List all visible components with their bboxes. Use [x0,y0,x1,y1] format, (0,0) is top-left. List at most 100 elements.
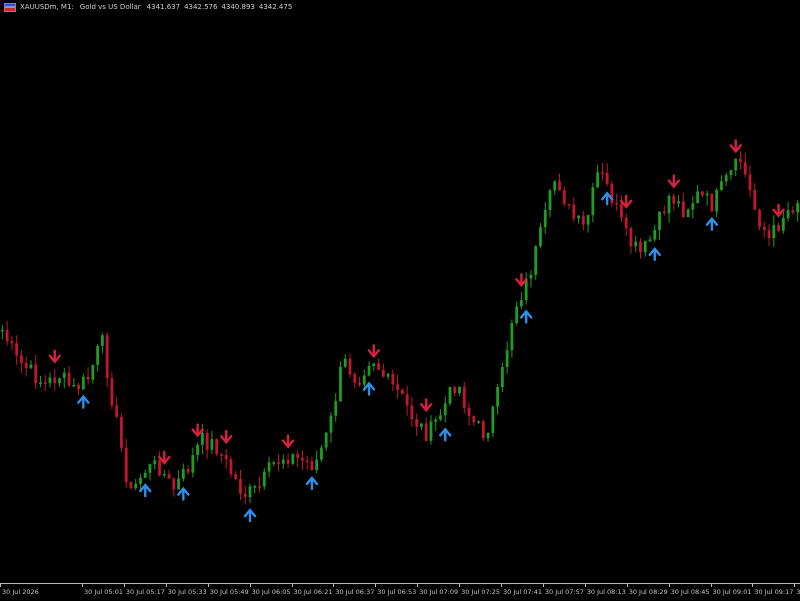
candle-body [186,468,190,473]
candle-body [510,323,514,351]
candle-body [467,407,471,417]
candle-body [310,461,314,471]
candle-body [629,228,633,247]
candle-body [234,474,238,480]
time-tick-label: 30 Jul 05:17 [125,588,165,596]
time-tick-label: 30 Jul 06:53 [377,588,417,596]
candle-body [567,203,571,206]
candle-body [305,460,309,463]
candle-body [296,454,300,458]
candle-body [215,439,219,455]
candle-body [562,190,566,204]
time-tick-label: 30 Jul 07:57 [544,588,584,596]
time-tick-mark [0,584,1,587]
time-tick-mark [123,584,125,587]
candle-body [400,389,404,395]
buy-arrow-icon [648,246,661,262]
candle-body [720,181,723,191]
candle-body [329,415,333,433]
candle-body [391,373,395,385]
candle-body [315,459,319,471]
candle-body [643,241,647,253]
candle-body [405,394,409,406]
time-tick-label: 30 Jul 2026 [2,588,39,596]
candle-body [177,478,180,490]
candle-body [496,387,500,407]
candle-body [605,172,609,184]
candle-body [0,329,4,332]
candle-body [581,215,585,225]
candle-body [134,483,138,489]
candle-body [786,210,790,219]
price-chart[interactable] [0,0,800,583]
sell-arrow-icon [367,344,381,359]
candle-body [448,386,452,404]
time-tick-label: 30 Jul 05:49 [209,588,249,596]
candle-body [758,209,761,227]
candle-body [534,246,538,275]
candle-body [424,423,428,441]
candle-body [29,364,33,369]
time-tick-label: 30 Jul 08:45 [670,588,710,596]
candle-body [700,191,704,196]
candle-body [281,459,285,464]
candle-body [286,459,290,464]
candle-body [591,187,595,216]
candle-body [553,181,557,191]
candle-body [586,215,590,225]
candle-body [334,401,338,416]
candle-body [462,386,466,408]
candle-body [105,335,109,379]
candle-body [743,162,747,175]
candle-body [729,170,733,176]
candle-body [91,364,95,380]
time-tick-mark [501,584,502,587]
candle-body [705,193,709,196]
time-tick-mark [207,584,209,587]
time-tick-mark [417,584,419,587]
candle-body [596,172,600,188]
candle-body [662,211,666,214]
candle-body [115,405,119,417]
candle-body [67,372,71,386]
candle-body [53,377,57,384]
candle-body [453,386,457,394]
candle-body [205,432,209,450]
candle-body [139,477,142,484]
candle-body [410,405,414,420]
sell-arrow-icon [281,434,295,449]
candle-body [158,460,161,476]
candle-body [772,225,776,239]
candle-body [439,415,442,420]
candle-body [648,239,652,242]
candle-body [486,432,490,439]
candle-body [429,421,433,441]
candle-body [220,454,223,456]
time-tick-label: 30 Jul 09:17 [754,588,794,596]
candle-body [672,196,676,204]
candle-body [258,486,261,488]
candle-body [120,416,123,448]
candle-body [434,419,438,422]
candle-body [110,378,114,406]
candle-body [5,329,9,342]
candle-body [339,366,342,402]
candle-body [658,211,661,230]
candle-body [615,202,619,205]
candle-body [353,374,357,383]
candle-body [667,196,671,214]
candle-body [653,229,657,240]
candle-body [358,382,361,385]
candle-body [481,421,485,439]
buy-arrow-icon [705,216,719,231]
candle-body [781,218,785,231]
buy-arrow-icon [305,476,319,491]
candle-body [748,174,752,191]
candle-body [96,345,100,365]
time-tick-mark [375,584,377,587]
candle-body [691,203,695,210]
time-tick-label: 30 Jul 08:29 [628,588,668,596]
candle-body [124,447,128,483]
time-tick-mark [626,584,628,587]
time-tick-mark [459,584,461,587]
